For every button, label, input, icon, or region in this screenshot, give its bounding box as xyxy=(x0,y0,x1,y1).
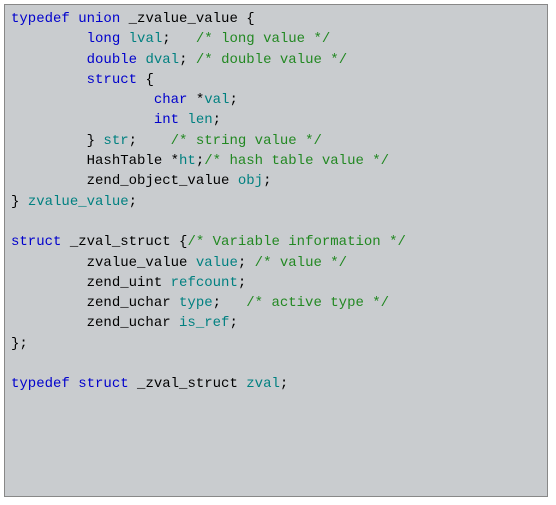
code-block: typedef union _zvalue_value { long lval;… xyxy=(4,4,548,497)
code-keyword: union xyxy=(78,11,120,27)
code-identifier: is_ref xyxy=(179,315,229,331)
code-identifier: refcount xyxy=(171,275,238,291)
code-keyword: int xyxy=(154,112,179,128)
code-identifier: type xyxy=(179,295,213,311)
code-identifier: val xyxy=(204,92,229,108)
code-content: typedef union _zvalue_value { long lval;… xyxy=(11,11,406,392)
code-keyword: double xyxy=(87,52,137,68)
code-identifier: obj xyxy=(238,173,263,189)
code-comment: /* active type */ xyxy=(246,295,389,311)
code-identifier: dval xyxy=(145,52,179,68)
code-comment: /* double value */ xyxy=(196,52,347,68)
code-keyword: typedef xyxy=(11,11,70,27)
code-identifier: len xyxy=(187,112,212,128)
code-keyword: char xyxy=(154,92,188,108)
code-keyword: struct xyxy=(11,234,61,250)
code-identifier: value xyxy=(196,255,238,271)
code-identifier: str xyxy=(103,133,128,149)
code-identifier: lval xyxy=(129,31,163,47)
code-comment: /* value */ xyxy=(255,255,347,271)
code-identifier: zvalue_value xyxy=(28,194,129,210)
code-keyword: long xyxy=(87,31,121,47)
code-keyword: struct xyxy=(87,72,137,88)
code-comment: /* string value */ xyxy=(171,133,322,149)
code-keyword: struct xyxy=(78,376,128,392)
code-comment: /* Variable information */ xyxy=(187,234,405,250)
code-comment: /* hash table value */ xyxy=(204,153,389,169)
code-identifier: zval xyxy=(246,376,280,392)
code-keyword: typedef xyxy=(11,376,70,392)
code-comment: /* long value */ xyxy=(196,31,330,47)
code-identifier: ht xyxy=(179,153,196,169)
